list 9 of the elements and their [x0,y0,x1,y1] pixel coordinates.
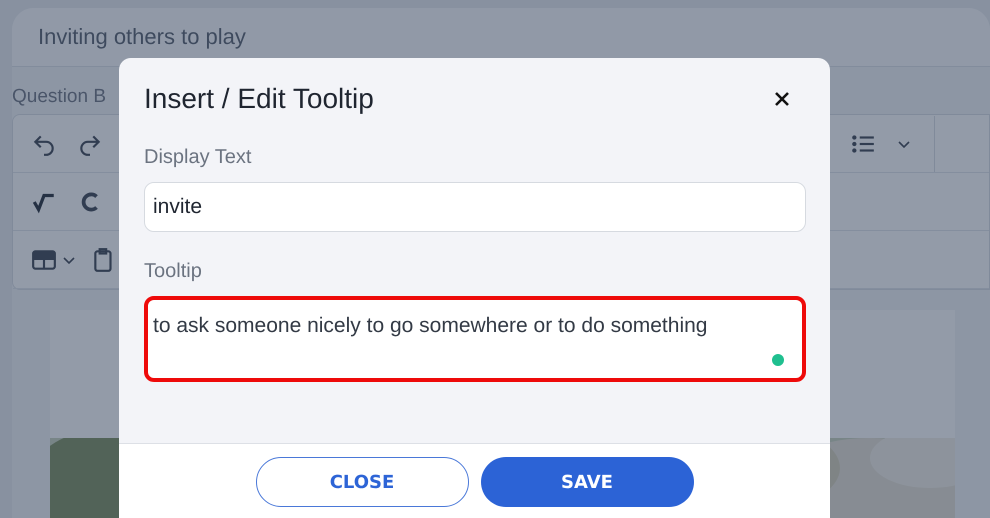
text-field[interactable]: invite [144,182,806,232]
text-area-value: to ask someone nicely to go somewhere or to do something [153,314,708,337]
close-button[interactable]: CLOSE [256,457,468,507]
text-area[interactable]: to ask someone nicely to go somewhere or to do something [144,296,806,382]
field-label: Tooltip [144,260,203,283]
dialog-title: Insert / Edit Tooltip [144,83,374,115]
save-button[interactable]: SAVE [480,457,694,507]
section-label: Question B [12,86,107,108]
field-label: Display Text [144,146,252,169]
